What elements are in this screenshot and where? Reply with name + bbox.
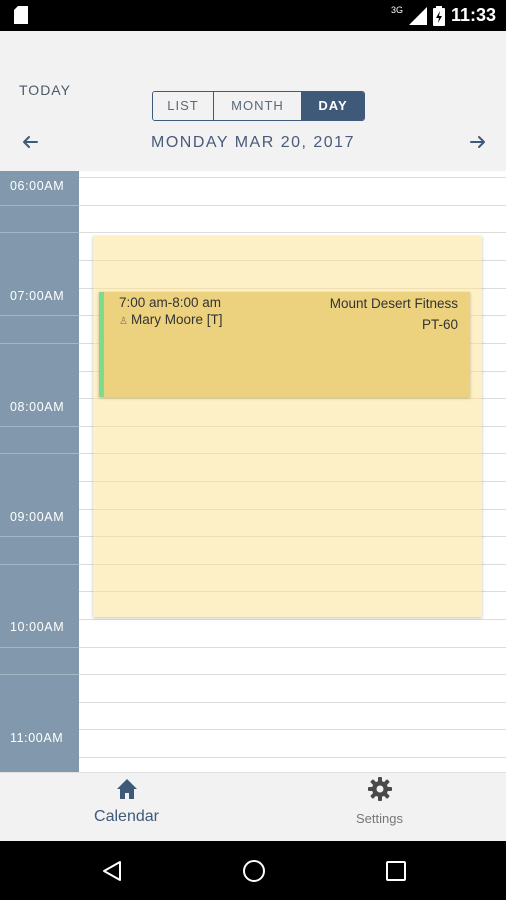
nav-calendar-label: Calendar (94, 808, 159, 825)
grid-line (93, 564, 482, 565)
grid-line (93, 398, 482, 399)
time-label: 07:00AM (10, 289, 65, 303)
grid-line (93, 509, 482, 510)
system-navigation-bar (0, 841, 506, 900)
grid-line (93, 591, 482, 592)
appointment-event[interactable]: 7:00 am-8:00 am ♙ Mary Moore [T] Mount De… (99, 292, 470, 397)
nav-settings[interactable]: Settings (253, 773, 506, 842)
grid-line (79, 205, 506, 206)
time-label: 11:00AM (10, 731, 64, 745)
grid-line (79, 674, 506, 675)
recents-icon[interactable] (385, 860, 407, 882)
home-circle-icon[interactable] (242, 859, 266, 883)
time-separator (0, 536, 79, 537)
battery-icon (432, 5, 445, 26)
back-icon[interactable] (101, 860, 123, 882)
grid-line (93, 260, 482, 261)
time-separator (0, 232, 79, 233)
person-icon: ♙ (119, 316, 128, 327)
time-separator (0, 647, 79, 648)
today-button[interactable]: TODAY (19, 82, 71, 98)
grid-line (93, 426, 482, 427)
signal-icon (408, 6, 427, 25)
time-column (0, 171, 79, 772)
network-type: 3G (390, 4, 403, 15)
grid-line (79, 702, 506, 703)
time-label: 10:00AM (10, 620, 65, 634)
tab-month[interactable]: MONTH (214, 92, 302, 120)
grid-line (79, 647, 506, 648)
grid-line (93, 536, 482, 537)
nav-settings-label: Settings (356, 811, 403, 826)
view-switcher: LIST MONTH DAY (152, 91, 365, 121)
grid-line (79, 757, 506, 758)
grid-line (79, 729, 506, 730)
nav-calendar[interactable]: Calendar (0, 773, 253, 842)
event-client: ♙ Mary Moore [T] (119, 312, 222, 327)
date-title: MONDAY MAR 20, 2017 (151, 134, 355, 151)
status-time: 11:33 (450, 5, 496, 25)
grid-line (93, 481, 482, 482)
time-separator (0, 343, 79, 344)
home-icon (117, 779, 137, 799)
event-location: Mount Desert Fitness (329, 296, 458, 311)
time-label: 06:00AM (10, 179, 65, 193)
grid-line (79, 232, 506, 233)
gear-icon (368, 777, 392, 801)
sd-card-icon (14, 6, 28, 24)
time-separator (0, 426, 79, 427)
status-bar: 3G 11:33 (0, 0, 506, 31)
time-separator (0, 674, 79, 675)
grid-line (79, 177, 506, 178)
time-separator (0, 564, 79, 565)
time-separator (0, 453, 79, 454)
time-label: 08:00AM (10, 400, 65, 414)
tab-list[interactable]: LIST (153, 92, 214, 120)
bottom-navigation: Calendar Settings (0, 772, 506, 842)
event-client-name: Mary Moore [T] (130, 312, 223, 327)
tab-day[interactable]: DAY (302, 92, 364, 120)
grid-line (93, 453, 482, 454)
day-grid[interactable]: 06:00AM 07:00AM 08:00AM 09:00AM 10:00AM … (0, 171, 506, 772)
event-service-code: PT-60 (421, 317, 458, 332)
arrow-right-icon[interactable] (468, 132, 488, 152)
calendar-header: TODAY LIST MONTH DAY MONDAY MAR 20, 2017 (0, 31, 506, 169)
grid-line (79, 619, 506, 620)
event-time: 7:00 am-8:00 am (119, 295, 222, 310)
time-separator (0, 205, 79, 206)
time-separator (0, 315, 79, 316)
time-label: 09:00AM (10, 510, 65, 524)
grid-line (93, 288, 482, 289)
